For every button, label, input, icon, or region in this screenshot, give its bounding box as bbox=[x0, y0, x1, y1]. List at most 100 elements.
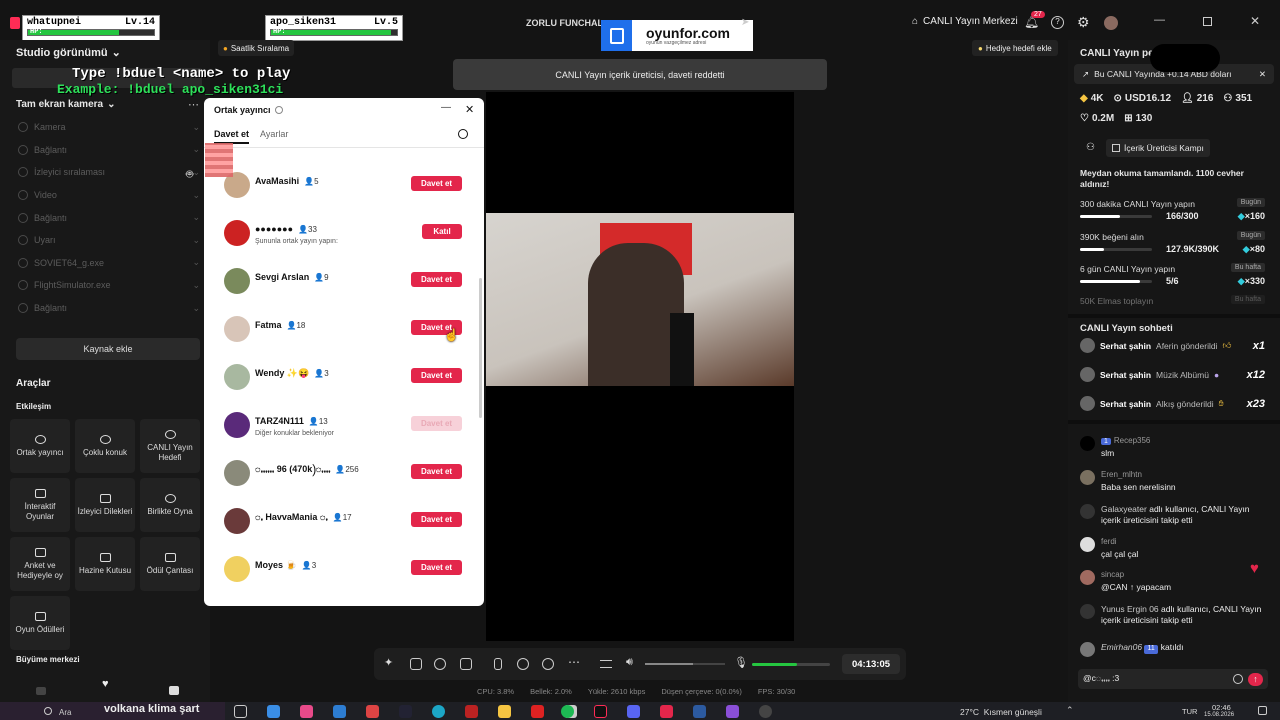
add-scene-icon[interactable] bbox=[460, 658, 472, 670]
app-icon[interactable] bbox=[465, 705, 478, 718]
bulb-icon: ● bbox=[978, 43, 983, 53]
gift-goal-button[interactable]: ● Hediye hedefi ekle bbox=[972, 40, 1058, 56]
invite-button[interactable]: Davet et bbox=[411, 272, 462, 287]
search-icon[interactable] bbox=[44, 707, 52, 715]
source-item[interactable]: FlightSimulator.exe ⌄ bbox=[14, 274, 200, 297]
tool-game-rewards[interactable]: Oyun Ödülleri bbox=[10, 596, 70, 650]
growth-icon-3[interactable] bbox=[169, 686, 179, 695]
discord-icon[interactable] bbox=[627, 705, 640, 718]
app-icon[interactable] bbox=[399, 705, 412, 718]
tool-viewer-wishes[interactable]: İzleyici Dilekleri bbox=[75, 478, 135, 532]
weather-widget[interactable]: 27°C Kısmen güneşli bbox=[960, 707, 1042, 717]
maximize-button[interactable] bbox=[1203, 17, 1212, 26]
diamond-icon: ◆ bbox=[1080, 93, 1088, 104]
app-icon[interactable] bbox=[660, 705, 673, 718]
tool-interactive-games[interactable]: İnteraktif Oyunlar bbox=[10, 478, 70, 532]
windows-start-icon[interactable] bbox=[267, 705, 280, 718]
list-item: ●●●●●●● 👤33 Şununla ortak yayın yapın: Katı… bbox=[204, 212, 484, 260]
live-center-link[interactable]: ⌂ CANLI Yayın Merkezi bbox=[912, 16, 1018, 27]
language-indicator[interactable]: TUR bbox=[1182, 707, 1197, 716]
mic-level-slider[interactable] bbox=[752, 663, 830, 666]
emoji-icon[interactable] bbox=[1233, 674, 1243, 684]
source-item[interactable]: Bağlantı ⌄ bbox=[14, 297, 200, 320]
app-icon[interactable] bbox=[300, 705, 313, 718]
clock-date[interactable]: 15.08.2026 bbox=[1204, 712, 1234, 718]
mic-icon[interactable]: 🎙︎ bbox=[734, 656, 748, 669]
invite-button[interactable]: Davet et bbox=[411, 176, 462, 191]
source-item[interactable]: Bağlantı ⌄ bbox=[14, 139, 200, 162]
app-icon[interactable] bbox=[759, 705, 772, 718]
magic-icon[interactable]: ✦ bbox=[384, 656, 396, 669]
taskbar-search[interactable]: Ara bbox=[59, 708, 71, 717]
tray-up-icon[interactable]: ⌃ bbox=[1066, 705, 1074, 716]
chat-message: Galaxyeater adlı kullanıcı, CANLI Yayın … bbox=[1080, 504, 1270, 525]
notification-icon[interactable] bbox=[1258, 706, 1267, 715]
share-icon[interactable]: ➤ bbox=[741, 17, 749, 28]
chat-input[interactable]: @cꩻꩻꩻꩻ :3 ↑ bbox=[1078, 669, 1268, 689]
invite-button[interactable]: Davet et bbox=[411, 464, 462, 479]
studio-view-dropdown[interactable]: Studio görünümü ⌄ bbox=[16, 46, 121, 60]
app-icon[interactable] bbox=[693, 705, 706, 718]
source-item[interactable]: İzleyici sıralaması ⌄ bbox=[14, 161, 200, 184]
close-icon[interactable]: ✕ bbox=[1259, 69, 1266, 80]
task-view-icon[interactable] bbox=[234, 705, 247, 718]
tool-cohost[interactable]: Ortak yayıncı bbox=[10, 419, 70, 473]
record-icon[interactable] bbox=[517, 658, 529, 670]
close-button[interactable]: ✕ bbox=[1250, 14, 1260, 28]
avatar[interactable] bbox=[1104, 16, 1118, 30]
phone-icon[interactable] bbox=[494, 658, 502, 670]
source-item[interactable]: SOVIET64_g.exe ⌄ bbox=[14, 252, 200, 275]
more-icon[interactable]: ⋯ bbox=[188, 98, 199, 111]
growth-icon-1[interactable] bbox=[36, 687, 46, 695]
more-icon[interactable]: ⋯ bbox=[568, 655, 580, 669]
task-item: 390K beğeni alın Bugün 127.9K/390K ◆×80 bbox=[1080, 231, 1265, 254]
tiktok-icon[interactable] bbox=[594, 705, 607, 718]
modal-close-icon[interactable]: ✕ bbox=[465, 103, 474, 116]
camera-settings-icon[interactable] bbox=[542, 658, 554, 670]
tab-invite[interactable]: Davet et bbox=[214, 129, 250, 144]
screen-share-icon[interactable] bbox=[410, 658, 422, 670]
source-item[interactable]: Kamera ⌄ bbox=[14, 116, 200, 139]
app-icon[interactable] bbox=[726, 705, 739, 718]
creator-camp-button[interactable]: İçerik Üreticisi Kampı bbox=[1106, 139, 1210, 157]
hourly-ranking-chip: ● Saatlik Sıralama bbox=[218, 40, 295, 56]
modal-minimize-button[interactable]: — bbox=[441, 102, 451, 113]
help-icon[interactable]: ? bbox=[1051, 16, 1064, 29]
spotify-icon[interactable] bbox=[561, 705, 574, 718]
tool-poll[interactable]: Anket ve Hediyeyle oy bbox=[10, 537, 70, 591]
edge-icon[interactable] bbox=[432, 705, 445, 718]
invite-button[interactable]: Davet et bbox=[411, 560, 462, 575]
join-button[interactable]: Katıl bbox=[422, 224, 462, 239]
tool-play-together[interactable]: Birlikte Oyna bbox=[140, 478, 200, 532]
add-user-icon[interactable]: ⚇ bbox=[1086, 142, 1095, 153]
tool-treasure-box[interactable]: Hazine Kutusu bbox=[75, 537, 135, 591]
tab-settings[interactable]: Ayarlar bbox=[260, 129, 288, 139]
live-timer: 04:13:05 bbox=[842, 654, 900, 674]
invite-button[interactable]: Davet et bbox=[411, 512, 462, 527]
minimize-button[interactable]: — bbox=[1154, 14, 1165, 26]
link-icon bbox=[18, 212, 28, 223]
app-icon[interactable] bbox=[366, 705, 379, 718]
sliders-icon[interactable] bbox=[600, 660, 612, 668]
settings-gear-icon[interactable]: ⚙ bbox=[1077, 14, 1090, 31]
add-source-button[interactable]: Kaynak ekle bbox=[16, 338, 200, 360]
volume-icon[interactable]: 🔊︎ bbox=[626, 656, 633, 669]
folder-icon[interactable] bbox=[498, 705, 511, 718]
source-item[interactable]: Uyarı ⌄ bbox=[14, 229, 200, 252]
app-icon[interactable] bbox=[333, 705, 346, 718]
source-item[interactable]: Video ⌄ bbox=[14, 184, 200, 207]
app-icon[interactable] bbox=[531, 705, 544, 718]
source-item[interactable]: Bağlantı ⌄ bbox=[14, 206, 200, 229]
ai-icon[interactable] bbox=[434, 658, 446, 670]
tool-live-goal[interactable]: CANLI Yayın Hedefi bbox=[140, 419, 200, 473]
volume-slider[interactable] bbox=[645, 663, 725, 665]
clock-time[interactable]: 02:46 bbox=[1212, 703, 1231, 712]
list-item: Fatma 👤18 Davet et bbox=[204, 308, 484, 356]
send-button[interactable]: ↑ bbox=[1248, 672, 1263, 686]
search-icon[interactable] bbox=[458, 129, 468, 139]
heart-icon[interactable]: ♥ bbox=[102, 678, 109, 690]
tool-multi-guest[interactable]: Çoklu konuk bbox=[75, 419, 135, 473]
tool-reward-bag[interactable]: Ödül Çantası bbox=[140, 537, 200, 591]
camera-mode-dropdown[interactable]: Tam ekran kamera ⌄ bbox=[16, 99, 115, 110]
invite-button[interactable]: Davet et bbox=[411, 368, 462, 383]
